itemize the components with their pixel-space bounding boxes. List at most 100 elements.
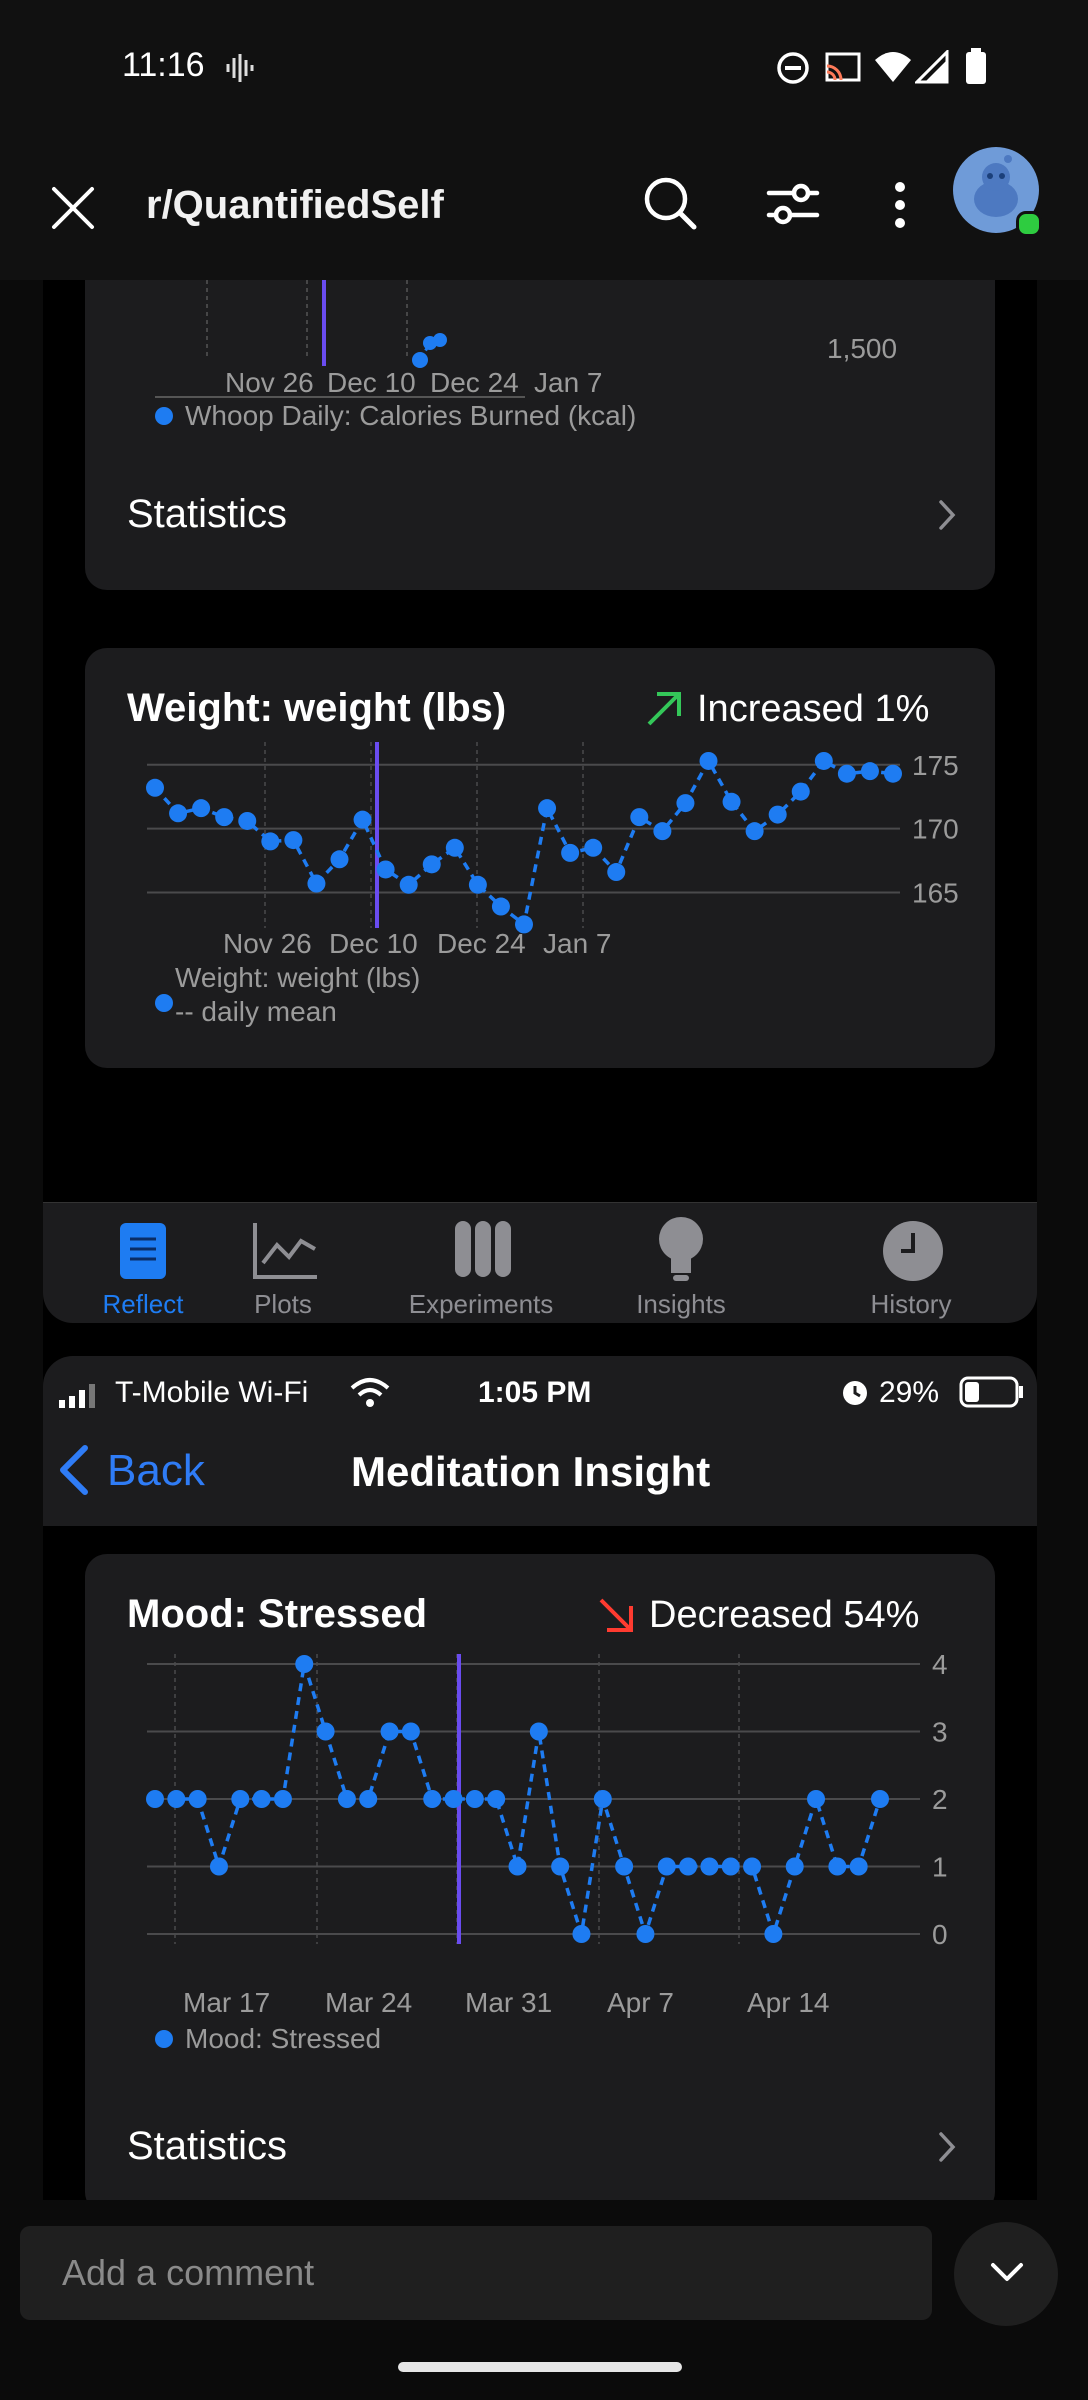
mood-x-tick: Apr 14 [747,1987,830,2018]
data-point [508,1857,527,1876]
calories-point [433,333,447,347]
data-point [807,1790,826,1808]
weight-chart: 175 170 165 [146,742,959,934]
data-point [295,1655,314,1673]
data-point [764,1925,783,1943]
battery-icon [966,48,986,84]
trend-up-arrow-icon [647,692,681,726]
tab-label: Experiments [408,1289,554,1319]
subreddit-title[interactable]: r/QuantifiedSelf [146,183,444,228]
calories-statistics-row[interactable]: Statistics [85,462,995,562]
mood-x-tick: Apr 7 [607,1987,674,2018]
legend-marker [155,407,173,425]
nav-title: Meditation Insight [351,1448,711,1495]
mood-statistics-row[interactable]: Statistics [85,2094,995,2194]
carrier-label: T-Mobile Wi-Fi [115,1376,309,1409]
data-point [538,799,557,818]
mood-legend: Mood: Stressed [185,2023,382,2054]
home-indicator[interactable] [398,2362,682,2372]
weight-legend-line1: Weight: weight (lbs) [175,962,421,993]
chevron-right-icon [939,2132,956,2162]
post-image: 1,500 Nov 26 Dec 10 Dec 24 Jan 7 Whoop D… [43,280,1037,2200]
data-point [768,805,787,824]
more-options-icon[interactable] [890,179,910,231]
statistics-label: Statistics [127,492,288,536]
data-point [192,799,211,818]
calories-legend: Whoop Daily: Calories Burned (kcal) [185,400,637,431]
data-point [828,1857,847,1876]
calories-x-tick: Nov 26 [225,367,314,398]
android-status-bar: 11:16 [0,0,1088,135]
second-screenshot: T-Mobile Wi-Fi 1:05 PM 29% Back Meditati… [43,1356,1037,2200]
mood-trend-text: Decreased 54% [649,1594,920,1636]
data-point [676,794,695,813]
data-point [572,1925,591,1943]
data-point [837,764,856,783]
collapse-button[interactable] [954,2222,1058,2326]
tab-insights[interactable]: Insights [591,1203,771,1323]
weight-legend-line2: -- daily mean [175,996,337,1027]
tab-history[interactable]: History [821,1203,1001,1323]
data-point [871,1790,889,1808]
battery-icon [959,1376,1023,1408]
filter-icon[interactable] [765,179,821,229]
data-point [445,838,464,857]
legend-marker [155,2030,173,2048]
wifi-icon [875,52,911,82]
mood-x-tick: Mar 31 [465,1987,553,2018]
data-point [399,875,418,894]
data-point [273,1790,292,1808]
tab-experiments[interactable]: Experiments [391,1203,571,1323]
data-point [743,1857,762,1876]
data-point [722,792,741,811]
data-point [607,863,626,882]
close-icon[interactable] [50,185,96,231]
ios-nav-bar: Back Meditation Insight [43,1416,1037,1527]
test-tubes-icon [455,1221,511,1277]
tab-reflect[interactable]: Reflect [73,1203,213,1323]
cast-icon [825,52,861,82]
data-point [284,831,303,850]
y-tick-label: 3 [932,1717,948,1748]
data-point [423,1790,442,1808]
data-point [261,832,280,851]
clock-icon [883,1221,943,1281]
ios-time: 1:05 PM [478,1376,592,1409]
data-point [593,1790,612,1808]
data-point [814,751,833,770]
search-icon[interactable] [642,175,698,231]
chevron-right-icon [939,500,956,530]
data-point [238,811,257,830]
data-point [721,1857,740,1876]
data-point [785,1857,804,1876]
y-tick-label: 170 [912,814,959,845]
chevron-left-icon [60,1445,88,1495]
battery-percent: 29% [879,1376,940,1409]
data-point [884,764,902,783]
tab-plots[interactable]: Plots [193,1203,373,1323]
online-status-dot [1016,211,1042,237]
data-point [359,1790,378,1808]
data-point [615,1857,634,1876]
trend-down-arrow-icon [599,1598,633,1632]
tab-label: Plots [254,1289,312,1319]
y-tick-label: 175 [912,750,959,781]
weight-card-title: Weight: weight (lbs) [127,686,507,730]
data-point [169,804,188,823]
back-button[interactable]: Back [57,1436,217,1506]
data-point [745,822,764,841]
data-point [699,751,718,770]
data-point [630,808,649,827]
weight-x-tick: Dec 24 [437,928,526,959]
weight-x-tick: Jan 7 [543,928,612,959]
cell-signal-icon [915,50,949,84]
data-point [215,808,234,827]
statistics-label: Statistics [127,2124,288,2168]
data-point [146,1790,164,1808]
mood-x-tick: Mar 24 [325,1987,413,2018]
comment-input[interactable]: Add a comment [20,2226,932,2320]
data-point [657,1857,676,1876]
data-point [444,1790,463,1808]
back-label: Back [107,1446,205,1495]
data-point [188,1790,207,1808]
